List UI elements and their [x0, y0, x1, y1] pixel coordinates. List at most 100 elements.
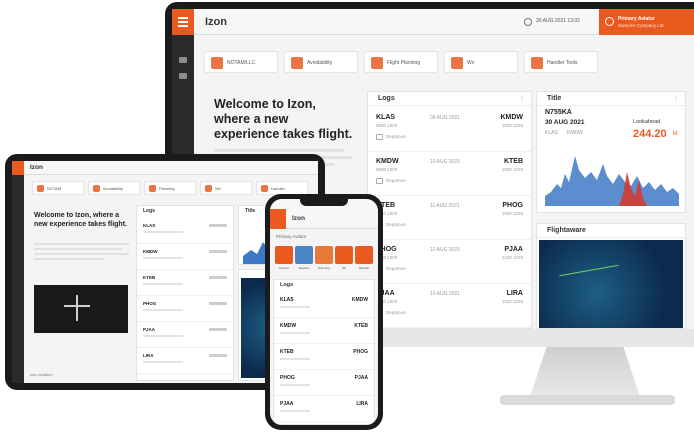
top-bar: Izon 30 AUG 2021 13:02 Primary Aviator S… [172, 9, 694, 35]
log-detail [143, 231, 183, 233]
quick-tile[interactable]: NOTAM/LLC [204, 51, 278, 73]
panel-menu-icon[interactable]: ⋮ [519, 95, 525, 102]
log-row[interactable]: KLAS [137, 218, 233, 244]
warning-icon[interactable] [355, 246, 373, 264]
quick-tile[interactable]: Handler Tools [524, 51, 598, 73]
log-row[interactable]: KTEB [137, 270, 233, 296]
quick-tile[interactable]: Wx [444, 51, 518, 73]
title-panel: Title ⋮ N755KA 30 AUG 2021 KLAS KMDW Loo… [536, 91, 686, 213]
sidebar-home-icon[interactable] [179, 57, 187, 63]
log-arrival [209, 302, 227, 305]
log-tag[interactable]: Departure [386, 222, 406, 227]
log-row[interactable]: KTEB 0830 1900 11 AUG 2021 PHOG 1040 1225 Dep… [368, 196, 531, 240]
calendar-icon [451, 57, 463, 69]
quick-tile[interactable]: Flight Planning [364, 51, 438, 73]
lookahead-unit: kt [673, 131, 678, 137]
app-title: Izon [205, 16, 227, 28]
log-departure: PHOG [143, 301, 157, 306]
log-row[interactable]: PJAA [137, 322, 233, 348]
logs-title: Logs [280, 282, 294, 288]
weather-cloud-icon[interactable] [295, 246, 313, 264]
calendar-icon [205, 185, 212, 192]
user-menu[interactable]: Primary Aviator Samples Company Ltd [599, 9, 694, 35]
log-departure: PJAA [280, 401, 294, 407]
app-title: Izon [292, 215, 305, 222]
log-date: 13 AUG 2021 [430, 291, 461, 297]
quick-tile-label: Avoidability [307, 60, 333, 66]
video-thumbnail[interactable] [34, 285, 128, 333]
lookahead-value: 244.20 [633, 128, 667, 140]
log-row[interactable]: PHOG PJAA [274, 370, 374, 396]
log-date: 10 AUG 2021 [430, 159, 461, 165]
lookahead-label[interactable]: Lookahead [633, 119, 660, 125]
sidebar-logs-icon[interactable] [179, 73, 187, 79]
log-detail [143, 309, 183, 311]
quick-tile-label: Avoidability [103, 186, 124, 191]
quick-tile-label: Handler [358, 266, 370, 270]
menu-button[interactable] [172, 9, 194, 35]
log-row[interactable]: KMDW KTEB [274, 318, 374, 344]
log-row[interactable]: KLAS 0830 1900 09 AUG 2021 KMDW 1003 1225 Dep… [368, 108, 531, 152]
compass-icon [371, 57, 383, 69]
log-row[interactable]: KLAS KMDW [274, 292, 374, 318]
aircraft-silhouette [76, 295, 78, 321]
log-row[interactable]: KTEB PHOG [274, 344, 374, 370]
log-departure: KLAS [143, 223, 156, 228]
log-tag[interactable]: Departure [386, 266, 406, 271]
plane-icon[interactable] [275, 246, 293, 264]
log-arrival [209, 354, 227, 357]
quick-tile[interactable]: Planning [144, 181, 196, 195]
sidebar [12, 175, 24, 383]
compass-icon[interactable] [315, 246, 333, 264]
log-departure: KMDW [280, 323, 297, 329]
quick-tile-label: Handler Tools [547, 60, 578, 66]
quick-tile[interactable]: Handler [256, 181, 308, 195]
menu-button[interactable] [12, 161, 24, 175]
log-row[interactable]: PHOG 0830 1900 12 AUG 2021 PJAA 1100 1225 Dep… [368, 240, 531, 284]
log-row[interactable]: PHOG [137, 296, 233, 322]
logs-panel: Logs KLAS KMDW KMDW KTEB KTEB PHOG PHOG PJAA PJA… [273, 279, 375, 425]
log-arrival [209, 276, 227, 279]
log-arrival: PHOG [353, 349, 368, 355]
log-row[interactable]: KMDW [137, 244, 233, 270]
user-name: Primary Aviator [618, 16, 655, 22]
user-icon [605, 17, 614, 26]
log-departure: KLAS [280, 297, 294, 303]
log-tag[interactable]: Departure [386, 178, 406, 183]
menu-button[interactable] [270, 209, 286, 229]
welcome-title: Welcome to Izon, where a new experience … [34, 212, 127, 228]
quick-tile-label: Planning [159, 186, 175, 191]
log-departure: KMDW [143, 249, 158, 254]
logs-title: Logs [378, 95, 395, 102]
user-name: Primary Aviator [276, 234, 307, 239]
quick-tile[interactable]: Avoidability [284, 51, 358, 73]
title-panel-title: Title [547, 95, 562, 102]
log-row[interactable]: LIRA [137, 348, 233, 374]
weather-cloud-icon [93, 185, 100, 192]
log-row[interactable]: PJAA LIRA [274, 396, 374, 422]
log-row[interactable]: PJAA 0830 1900 13 AUG 2021 LIRA 1230 1225 Dep… [368, 284, 531, 328]
quick-tile[interactable]: Wx [200, 181, 252, 195]
quick-tile-label: Notices [278, 266, 289, 270]
welcome-title: Welcome to Izon, where a new experience … [214, 97, 353, 141]
log-tag[interactable]: Departure [386, 310, 406, 315]
calendar-icon[interactable] [335, 246, 353, 264]
phone-notch [300, 199, 348, 206]
weather-cloud-icon [291, 57, 303, 69]
panel-menu-icon[interactable]: ⋮ [673, 95, 679, 102]
log-detail [143, 283, 183, 285]
logs-panel: Logs ⋮ KLAS 0830 1900 09 AUG 2021 KMDW 1003 … [367, 91, 532, 329]
log-row[interactable]: KMDW 0830 1900 10 AUG 2021 KTEB 1030 1225 Dep… [368, 152, 531, 196]
log-arrival [209, 250, 227, 253]
quick-tile[interactable]: NOTAM [32, 181, 84, 195]
log-date: 09 AUG 2021 [430, 115, 461, 121]
log-detail [280, 410, 310, 412]
log-arr-time: 1003 1225 [501, 123, 523, 128]
flight-map[interactable] [539, 240, 683, 328]
quick-tile-label: Wx [215, 186, 221, 191]
tail-number: N755KA [545, 109, 572, 116]
log-arr-time: 1230 1225 [501, 299, 523, 304]
log-arr-time: 1040 1225 [501, 211, 523, 216]
quick-tile[interactable]: Avoidability [88, 181, 140, 195]
log-tag[interactable]: Departure [386, 134, 406, 139]
